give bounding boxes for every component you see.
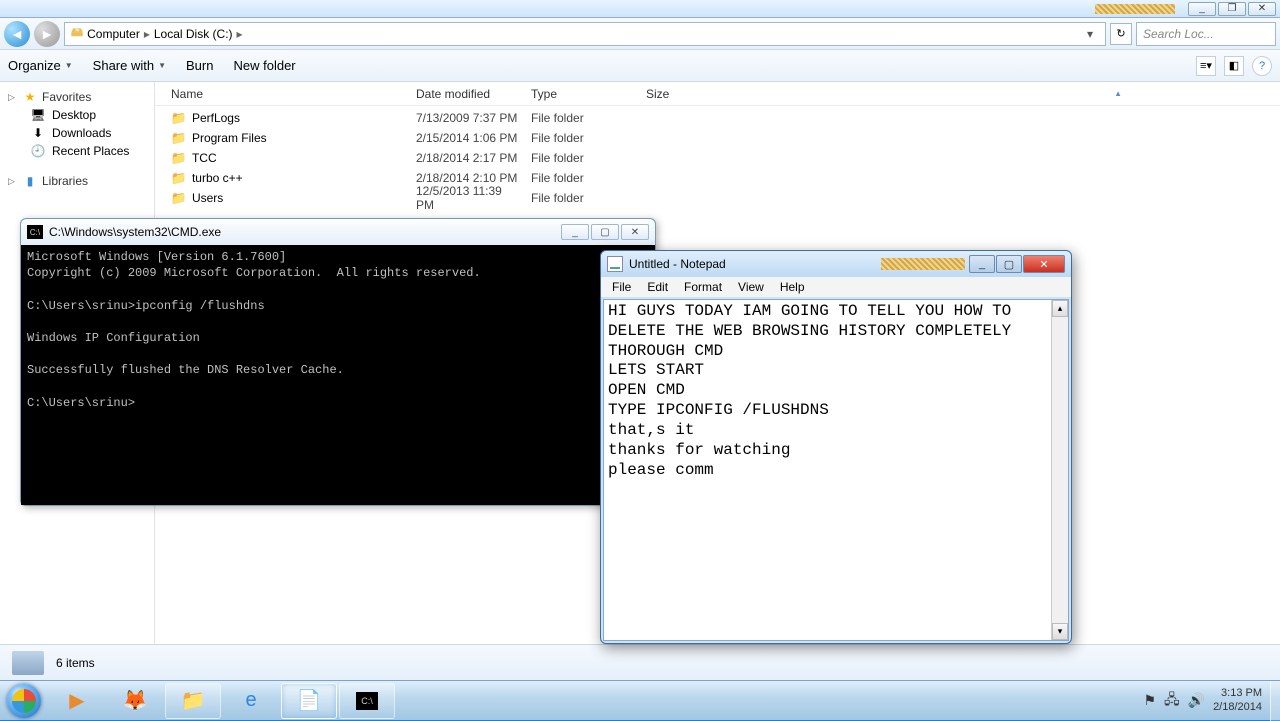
search-placeholder: Search Loc... [1143,27,1214,41]
notepad-text-area[interactable]: HI GUYS TODAY IAM GOING TO TELL YOU HOW … [604,300,1051,640]
breadcrumb-path[interactable]: Local Disk (C:) [154,27,233,41]
address-dropdown-icon[interactable]: ▾ [1081,27,1099,41]
folder-icon: 📁 [171,171,186,185]
notepad-title-text: Untitled - Notepad [629,257,726,271]
windows-orb-icon [7,684,41,718]
show-desktop-button[interactable] [1270,681,1280,721]
folder-icon: 📁 [171,151,186,165]
search-input[interactable]: Search Loc... [1136,22,1276,46]
file-list: 📁PerfLogs 7/13/2009 7:37 PMFile folder 📁… [155,106,1280,210]
title-hatch [1095,4,1175,14]
taskbar-notepad[interactable]: 📄 [281,683,337,719]
view-options-button[interactable]: ≡▾ [1196,56,1216,76]
menu-help[interactable]: Help [773,278,812,296]
cmd-maximize-button[interactable]: ▢ [591,224,619,240]
status-bar: 6 items [0,644,1280,680]
item-count: 6 items [56,656,95,670]
close-button[interactable]: ✕ [1248,2,1276,16]
help-button[interactable]: ? [1252,56,1272,76]
breadcrumb-sep-icon: ▸ [144,27,150,41]
libraries-group[interactable]: ▷▮Libraries [0,172,154,190]
menu-edit[interactable]: Edit [640,278,675,296]
notepad-titlebar[interactable]: Untitled - Notepad _ ▢ ✕ [601,251,1071,277]
new-folder-button[interactable]: New folder [233,58,295,73]
preview-pane-button[interactable]: ◧ [1224,56,1244,76]
sort-indicator-icon: ▲ [1106,89,1130,98]
notepad-maximize-button[interactable]: ▢ [996,255,1022,273]
scroll-down-icon[interactable]: ▾ [1052,623,1068,640]
menu-view[interactable]: View [731,278,771,296]
system-tray: ⚑ 🖧 🔊 3:13 PM2/18/2014 [1143,687,1270,713]
taskbar-cmd[interactable]: C:\ [339,683,395,719]
menu-file[interactable]: File [605,278,638,296]
drive-icon: 🖴 [71,23,83,44]
start-button[interactable] [0,681,48,721]
tray-volume-icon[interactable]: 🔊 [1188,692,1205,709]
taskbar: ▶ 🦊 📁 e 📄 C:\ ⚑ 🖧 🔊 3:13 PM2/18/2014 [0,680,1280,720]
col-type[interactable]: Type [523,87,638,101]
folder-icon: 📁 [171,111,186,125]
scroll-up-icon[interactable]: ▴ [1052,300,1068,317]
refresh-button[interactable]: ↻ [1110,23,1132,45]
sidebar-item-downloads[interactable]: ⬇Downloads [0,124,154,142]
cmd-icon: C:\ [27,225,43,239]
maximize-button[interactable]: ❐ [1218,2,1246,16]
sidebar-item-desktop[interactable]: 🖥Desktop [0,106,154,124]
cmd-close-button[interactable]: ✕ [621,224,649,240]
libraries-icon: ▮ [22,174,38,188]
tray-flag-icon[interactable]: ⚑ [1143,692,1156,709]
drive-status-icon [12,651,44,675]
file-row[interactable]: 📁Program Files 2/15/2014 1:06 PMFile fol… [155,128,1280,148]
taskbar-explorer[interactable]: 📁 [165,683,221,719]
notepad-minimize-button[interactable]: _ [969,255,995,273]
file-row[interactable]: 📁turbo c++ 2/18/2014 2:10 PMFile folder [155,168,1280,188]
desktop-icon: 🖥 [30,108,46,122]
tray-network-icon[interactable]: 🖧 [1164,689,1180,713]
downloads-icon: ⬇ [30,126,46,140]
burn-button[interactable]: Burn [186,58,213,73]
col-date[interactable]: Date modified [408,87,523,101]
folder-icon: 📁 [171,131,186,145]
file-row[interactable]: 📁Users 12/5/2013 11:39 PMFile folder [155,188,1280,208]
menu-format[interactable]: Format [677,278,729,296]
folder-icon: 📁 [171,191,186,205]
title-hatch [881,258,965,270]
tray-clock[interactable]: 3:13 PM2/18/2014 [1213,687,1262,713]
recent-icon: 🕘 [30,144,46,158]
cmd-title-text: C:\Windows\system32\CMD.exe [49,225,221,239]
taskbar-media-player[interactable]: ▶ [49,683,105,719]
share-with-button[interactable]: Share with▼ [93,58,166,73]
notepad-window[interactable]: Untitled - Notepad _ ▢ ✕ File Edit Forma… [600,250,1072,644]
cmd-titlebar[interactable]: C:\ C:\Windows\system32\CMD.exe _ ▢ ✕ [21,219,655,245]
cmd-window[interactable]: C:\ C:\Windows\system32\CMD.exe _ ▢ ✕ Mi… [20,218,656,506]
breadcrumb-root[interactable]: Computer [87,27,140,41]
col-size[interactable]: Size [638,87,708,101]
sidebar-item-recent[interactable]: 🕘Recent Places [0,142,154,160]
file-row[interactable]: 📁TCC 2/18/2014 2:17 PMFile folder [155,148,1280,168]
col-name[interactable]: Name [163,87,408,101]
favorites-group[interactable]: ▷★Favorites [0,88,154,106]
cmd-output[interactable]: Microsoft Windows [Version 6.1.7600] Cop… [21,245,655,505]
star-icon: ★ [22,90,38,104]
cmd-taskbar-icon: C:\ [356,692,378,710]
minimize-button[interactable]: _ [1188,2,1216,16]
forward-button[interactable]: ► [34,21,60,47]
organize-button[interactable]: Organize▼ [8,58,73,73]
back-button[interactable]: ◄ [4,21,30,47]
taskbar-firefox[interactable]: 🦊 [107,683,163,719]
window-frame-top: _ ❐ ✕ [0,0,1280,18]
notepad-icon [607,256,623,272]
explorer-toolbar: Organize▼ Share with▼ Burn New folder ≡▾… [0,50,1280,82]
notepad-close-button[interactable]: ✕ [1023,255,1065,273]
address-box[interactable]: 🖴 Computer ▸ Local Disk (C:) ▸ ▾ [64,22,1106,46]
file-row[interactable]: 📁PerfLogs 7/13/2009 7:37 PMFile folder [155,108,1280,128]
cmd-minimize-button[interactable]: _ [561,224,589,240]
address-bar: ◄ ► 🖴 Computer ▸ Local Disk (C:) ▸ ▾ ↻ S… [0,18,1280,50]
taskbar-ie[interactable]: e [223,683,279,719]
notepad-menu: File Edit Format View Help [601,277,1071,297]
scrollbar[interactable]: ▴ ▾ [1051,300,1068,640]
breadcrumb-sep-icon: ▸ [237,27,243,41]
